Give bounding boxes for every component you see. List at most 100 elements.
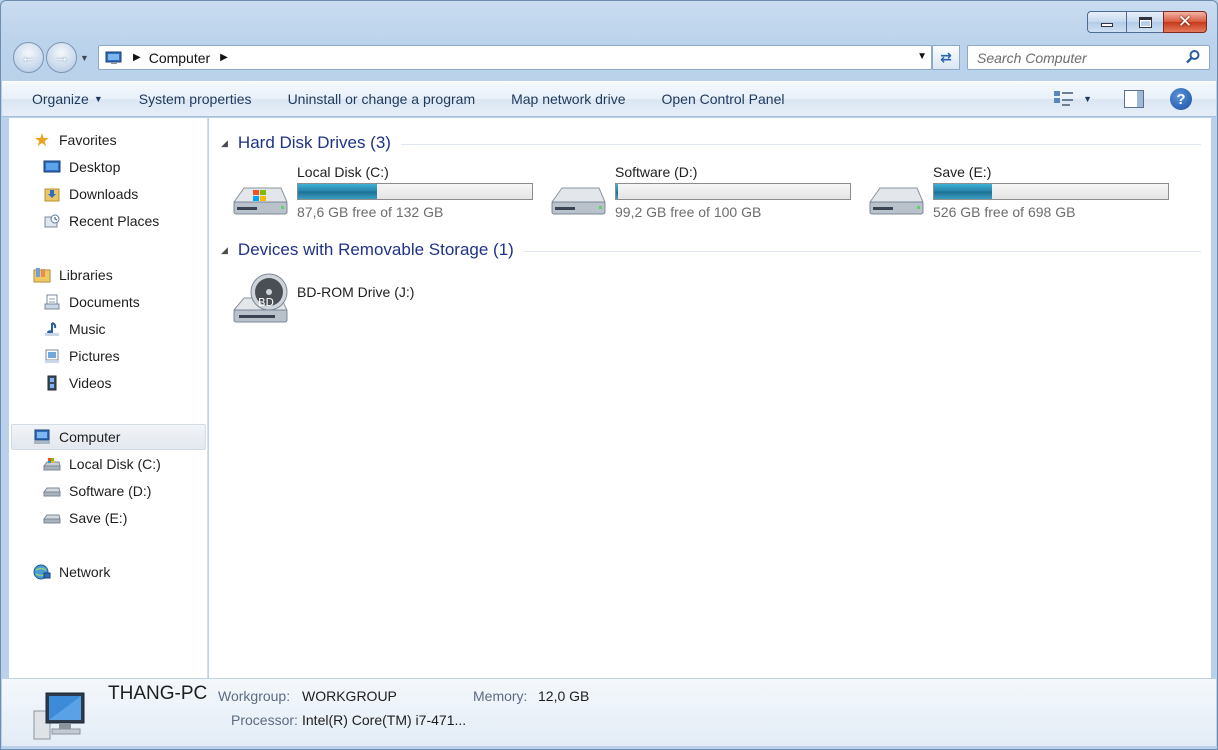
back-button[interactable]: ←	[13, 42, 44, 73]
drive-tile-j[interactable]: BD BD-ROM Drive (J:)	[231, 270, 414, 328]
nav-libraries-label: Libraries	[59, 267, 113, 283]
nav-network[interactable]: Network	[33, 564, 110, 580]
breadcrumb-computer[interactable]: Computer	[149, 50, 210, 66]
help-icon[interactable]: ?	[1170, 88, 1192, 110]
organize-menu[interactable]: Organize ▼	[2, 91, 121, 107]
videos-icon	[47, 375, 57, 391]
memory-label: Memory:	[473, 688, 528, 704]
details-pane: THANG-PC Workgroup: WORKGROUP Memory: 12…	[2, 678, 1216, 746]
group-header-removable-storage[interactable]: ◢ Devices with Removable Storage (1)	[221, 240, 1201, 260]
breadcrumb-separator-icon[interactable]: ▶	[133, 52, 141, 63]
group-title: Devices with Removable Storage (1)	[237, 240, 514, 259]
preview-pane-icon[interactable]	[1124, 90, 1144, 108]
desktop-icon	[43, 160, 61, 173]
navigation-pane: ★ Favorites Desktop Downloads Recent Pla…	[9, 118, 208, 678]
group-header-hard-disk-drives[interactable]: ◢ Hard Disk Drives (3)	[221, 133, 1201, 153]
drive-free-space: 87,6 GB free of 132 GB	[297, 204, 444, 220]
drive-tile-e[interactable]: Save (E:) 526 GB free of 698 GB	[867, 164, 1169, 220]
drive-tile-c[interactable]: Local Disk (C:) 87,6 GB free of 132 GB	[231, 164, 533, 220]
nav-pictures[interactable]: Pictures	[43, 348, 120, 364]
recent-places-icon	[44, 214, 60, 228]
group-divider	[400, 143, 1201, 145]
nav-favorites-label: Favorites	[59, 132, 117, 148]
computer-icon	[34, 429, 50, 444]
nav-local-disk-c[interactable]: Local Disk (C:)	[43, 456, 161, 472]
group-divider	[523, 250, 1201, 252]
hard-drive-icon	[869, 187, 924, 215]
maximize-button[interactable]	[1126, 11, 1164, 33]
uninstall-program-button[interactable]: Uninstall or change a program	[270, 91, 494, 107]
nav-computer-label: Computer	[59, 429, 121, 445]
map-network-drive-button[interactable]: Map network drive	[493, 91, 643, 107]
forward-button[interactable]: →	[46, 42, 77, 73]
caption-buttons: ✕	[1087, 11, 1207, 33]
nav-videos[interactable]: Videos	[43, 375, 112, 391]
nav-computer[interactable]: Computer	[33, 429, 120, 445]
nav-save-e[interactable]: Save (E:)	[43, 510, 127, 526]
nav-software-d[interactable]: Software (D:)	[43, 483, 151, 499]
forward-arrow-icon: →	[53, 48, 70, 66]
nav-music[interactable]: Music	[43, 321, 106, 337]
drive-usage-bar	[933, 183, 1169, 200]
open-control-panel-button[interactable]: Open Control Panel	[644, 91, 803, 107]
music-icon	[45, 322, 59, 336]
address-history-dropdown-icon[interactable]: ▼	[917, 51, 927, 62]
view-controls: ▼ ?	[1053, 88, 1192, 110]
drive-usage-bar	[615, 183, 851, 200]
nav-network-label: Network	[59, 564, 111, 580]
nav-recent-places[interactable]: Recent Places	[43, 213, 159, 229]
documents-icon	[44, 294, 60, 310]
drive-name: Save (E:)	[933, 164, 992, 180]
nav-documents[interactable]: Documents	[43, 294, 140, 310]
nav-videos-label: Videos	[69, 375, 112, 391]
change-view-icon[interactable]	[1053, 89, 1075, 109]
chevron-down-icon: ▼	[93, 94, 103, 104]
hard-drive-icon	[551, 187, 606, 215]
nav-documents-label: Documents	[69, 294, 140, 310]
refresh-button[interactable]: ⇄	[932, 45, 960, 70]
system-properties-button[interactable]: System properties	[121, 91, 270, 107]
back-arrow-icon: ←	[20, 48, 37, 66]
nav-save-e-label: Save (E:)	[69, 510, 128, 526]
drive-name: BD-ROM Drive (J:)	[297, 284, 415, 300]
recent-pages-dropdown-icon[interactable]: ▼	[80, 53, 89, 63]
pictures-icon	[45, 349, 59, 363]
view-options-dropdown-icon[interactable]: ▼	[1083, 94, 1092, 104]
memory-value: 12,0 GB	[538, 688, 590, 704]
processor-label: Processor:	[231, 712, 298, 728]
bd-badge: BD	[258, 296, 274, 309]
drive-free-space: 99,2 GB free of 100 GB	[615, 204, 762, 220]
breadcrumb-separator-icon[interactable]: ▶	[220, 52, 228, 63]
nav-pictures-label: Pictures	[69, 348, 120, 364]
organize-label: Organize	[32, 91, 89, 107]
nav-downloads[interactable]: Downloads	[43, 186, 138, 202]
nav-desktop[interactable]: Desktop	[43, 159, 120, 175]
search-box[interactable]	[967, 45, 1210, 70]
workgroup-value: WORKGROUP	[302, 688, 397, 704]
nav-music-label: Music	[69, 321, 106, 337]
collapse-triangle-icon[interactable]: ◢	[221, 245, 228, 256]
refresh-icon: ⇄	[940, 49, 952, 65]
drive-tile-d[interactable]: Software (D:) 99,2 GB free of 100 GB	[549, 164, 851, 220]
system-drive-icon	[43, 458, 61, 471]
search-input[interactable]	[977, 49, 1177, 66]
content-pane: ◢ Hard Disk Drives (3) Local Disk (C:) 8…	[209, 118, 1211, 678]
minimize-button[interactable]	[1087, 11, 1127, 33]
hard-drive-icon	[43, 514, 61, 524]
drive-name: Local Disk (C:)	[297, 164, 389, 180]
search-icon[interactable]	[1185, 49, 1201, 65]
system-drive-icon	[233, 187, 288, 215]
nav-favorites[interactable]: ★ Favorites	[33, 129, 117, 150]
collapse-triangle-icon[interactable]: ◢	[221, 138, 228, 149]
close-button[interactable]: ✕	[1163, 11, 1207, 33]
nav-libraries[interactable]: Libraries	[33, 267, 113, 283]
star-icon: ★	[33, 129, 51, 150]
explorer-window: ✕ ← → ▼ ▶ Computer ▶ ▼ ⇄ Organize ▼ Syste…	[0, 0, 1218, 750]
nav-desktop-label: Desktop	[69, 159, 121, 175]
group-title: Hard Disk Drives (3)	[237, 133, 391, 152]
computer-icon	[105, 51, 122, 64]
maximize-icon	[1138, 16, 1152, 28]
drive-free-space: 526 GB free of 698 GB	[933, 204, 1076, 220]
bd-rom-drive-icon: BD	[232, 273, 288, 323]
address-bar[interactable]: ▶ Computer ▶ ▼	[98, 45, 932, 70]
